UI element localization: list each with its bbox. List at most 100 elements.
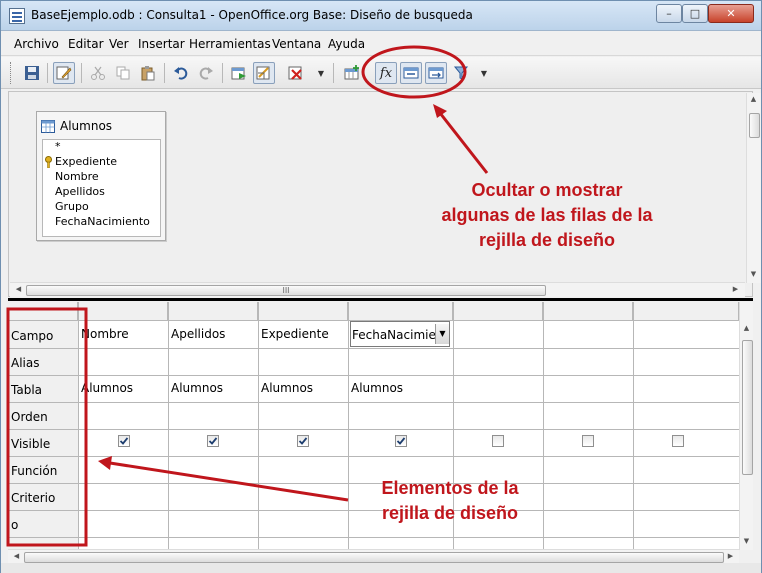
menu-herramientas[interactable]: Herramientas (189, 37, 271, 51)
scroll-right-arrow[interactable]: ▶ (729, 283, 742, 296)
clear-query-button[interactable] (285, 62, 307, 84)
copy-icon (116, 66, 130, 80)
alias-icon (428, 67, 444, 79)
table-window-alumnos[interactable]: Alumnos * Expediente Nombre Apellidos Gr… (36, 111, 166, 241)
scrollbar-thumb[interactable] (24, 552, 724, 563)
tabla-cell[interactable]: Alumnos (81, 381, 133, 395)
table-name-button[interactable] (400, 62, 422, 84)
menu-bar: Archivo Editar Ver Insertar Herramientas… (1, 32, 761, 56)
toolbar-separator (81, 63, 82, 83)
menu-ventana[interactable]: Ventana (272, 37, 321, 51)
menu-archivo[interactable]: Archivo (14, 37, 59, 51)
grid-divider (8, 375, 739, 376)
distinct-values-button[interactable] (450, 62, 472, 84)
horizontal-scrollbar[interactable]: ◀ ▶ (8, 549, 739, 563)
scroll-left-arrow[interactable]: ◀ (10, 550, 23, 563)
campo-select[interactable]: FechaNacimient ▼ (350, 321, 450, 347)
scroll-up-arrow[interactable]: ▲ (747, 93, 760, 106)
grid-divider (8, 348, 739, 349)
cut-button[interactable] (87, 62, 109, 84)
save-button[interactable] (21, 62, 43, 84)
visible-checkbox[interactable] (118, 435, 130, 447)
minimize-button[interactable]: – (656, 4, 682, 23)
column-header[interactable] (543, 302, 633, 321)
chevron-down-icon[interactable]: ▼ (435, 324, 449, 344)
scrollbar-thumb[interactable]: III (26, 285, 546, 296)
add-table-button[interactable] (341, 62, 363, 84)
undo-button[interactable] (170, 62, 192, 84)
grid-divider (8, 537, 739, 538)
window-title: BaseEjemplo.odb : Consulta1 - OpenOffice… (31, 8, 473, 22)
visible-checkbox[interactable] (395, 435, 407, 447)
column-header[interactable] (168, 302, 258, 321)
checkmark-icon (119, 437, 129, 445)
field-item[interactable]: Nombre (55, 170, 99, 183)
paste-button[interactable] (137, 62, 159, 84)
column-header[interactable] (78, 302, 168, 321)
field-item[interactable]: Apellidos (55, 185, 105, 198)
table-name-icon (403, 67, 419, 79)
table-icon (41, 119, 55, 133)
grid-divider (8, 456, 739, 457)
campo-cell[interactable]: Nombre (81, 327, 129, 341)
field-item[interactable]: * (55, 140, 61, 153)
toolbar-separator (47, 63, 48, 83)
toolbar-grip[interactable] (10, 62, 13, 84)
tabla-cell[interactable]: Alumnos (261, 381, 313, 395)
field-item[interactable]: Grupo (55, 200, 89, 213)
menu-editar[interactable]: Editar (68, 37, 104, 51)
edit-mode-button[interactable] (53, 62, 75, 84)
close-button[interactable]: ✕ (708, 4, 754, 23)
campo-cell[interactable]: Expediente (261, 327, 329, 341)
horizontal-scrollbar[interactable]: ◀ III ▶ (10, 282, 745, 297)
toolbar-overflow-chevron[interactable]: ▼ (316, 65, 326, 83)
column-header[interactable] (348, 302, 453, 321)
tabla-cell[interactable]: Alumnos (171, 381, 223, 395)
tabla-cell[interactable]: Alumnos (351, 381, 403, 395)
visible-checkbox[interactable] (297, 435, 309, 447)
table-window-header[interactable]: Alumnos (41, 118, 112, 134)
copy-button[interactable] (112, 62, 134, 84)
primary-key-icon (45, 156, 52, 168)
scroll-up-arrow[interactable]: ▲ (740, 322, 753, 335)
run-query-button[interactable] (228, 62, 250, 84)
scrollbar-thumb[interactable] (749, 113, 760, 138)
pane-splitter[interactable] (8, 298, 753, 301)
toolbar-overflow-chevron[interactable]: ▼ (479, 65, 489, 83)
scroll-right-arrow[interactable]: ▶ (724, 550, 737, 563)
functions-button[interactable]: fx (375, 62, 397, 84)
design-view-icon (256, 66, 270, 80)
visible-checkbox[interactable] (492, 435, 504, 447)
visible-checkbox[interactable] (207, 435, 219, 447)
vertical-scrollbar[interactable]: ▲ ▼ (746, 93, 761, 283)
menu-ayuda[interactable]: Ayuda (328, 37, 365, 51)
row-label-criterio: Criterio (11, 491, 56, 505)
redo-button[interactable] (195, 62, 217, 84)
scrollbar-thumb[interactable] (742, 340, 753, 475)
column-header[interactable] (258, 302, 348, 321)
grid-divider (633, 302, 634, 550)
column-header[interactable] (633, 302, 739, 321)
maximize-button[interactable]: □ (682, 4, 708, 23)
menu-ver[interactable]: Ver (109, 37, 129, 51)
scroll-left-arrow[interactable]: ◀ (12, 283, 25, 296)
campo-cell[interactable]: Apellidos (171, 327, 225, 341)
annotation-top-line: rejilla de diseño (478, 230, 616, 250)
vertical-scrollbar[interactable]: ▲ ▼ (739, 302, 753, 550)
alias-button[interactable] (425, 62, 447, 84)
scroll-down-arrow[interactable]: ▼ (740, 535, 753, 548)
checkmark-icon (208, 437, 218, 445)
status-bar (1, 563, 761, 573)
functions-icon: fx (379, 65, 393, 81)
annotation-bottom-line: rejilla de diseño (381, 503, 519, 523)
field-item[interactable]: FechaNacimiento (55, 215, 150, 228)
field-item[interactable]: Expediente (55, 155, 117, 168)
column-header[interactable] (453, 302, 543, 321)
design-view-button[interactable] (253, 62, 275, 84)
visible-checkbox[interactable] (582, 435, 594, 447)
scroll-down-arrow[interactable]: ▼ (747, 268, 760, 281)
menu-insertar[interactable]: Insertar (138, 37, 185, 51)
field-list[interactable]: * Expediente Nombre Apellidos Grupo Fech… (42, 139, 161, 237)
visible-checkbox[interactable] (672, 435, 684, 447)
row-label-alias: Alias (11, 356, 40, 370)
